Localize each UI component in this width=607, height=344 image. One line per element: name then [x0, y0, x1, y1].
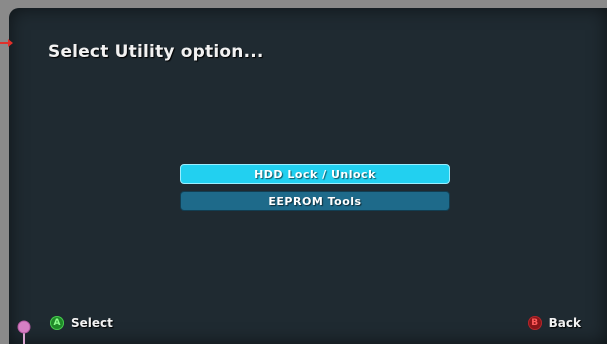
page-title: Select Utility option...	[48, 42, 264, 62]
menu-item-label: HDD Lock / Unlock	[254, 167, 376, 181]
back-label: Back	[548, 316, 581, 330]
pin-marker-icon	[17, 320, 31, 344]
a-button-icon: A	[50, 316, 64, 330]
menu-item-eeprom-tools[interactable]: EEPROM Tools	[180, 191, 450, 211]
menu-item-label: EEPROM Tools	[268, 194, 362, 208]
select-label: Select	[71, 316, 113, 330]
utility-screen: Select Utility option... HDD Lock / Unlo…	[9, 8, 607, 344]
select-hint[interactable]: A Select	[50, 316, 113, 330]
arrow-marker-icon	[0, 39, 13, 47]
b-button-icon: B	[527, 316, 542, 330]
utility-menu: HDD Lock / Unlock EEPROM Tools	[180, 164, 450, 218]
back-hint[interactable]: B Back	[527, 316, 581, 330]
menu-item-hdd-lock[interactable]: HDD Lock / Unlock	[180, 164, 450, 184]
